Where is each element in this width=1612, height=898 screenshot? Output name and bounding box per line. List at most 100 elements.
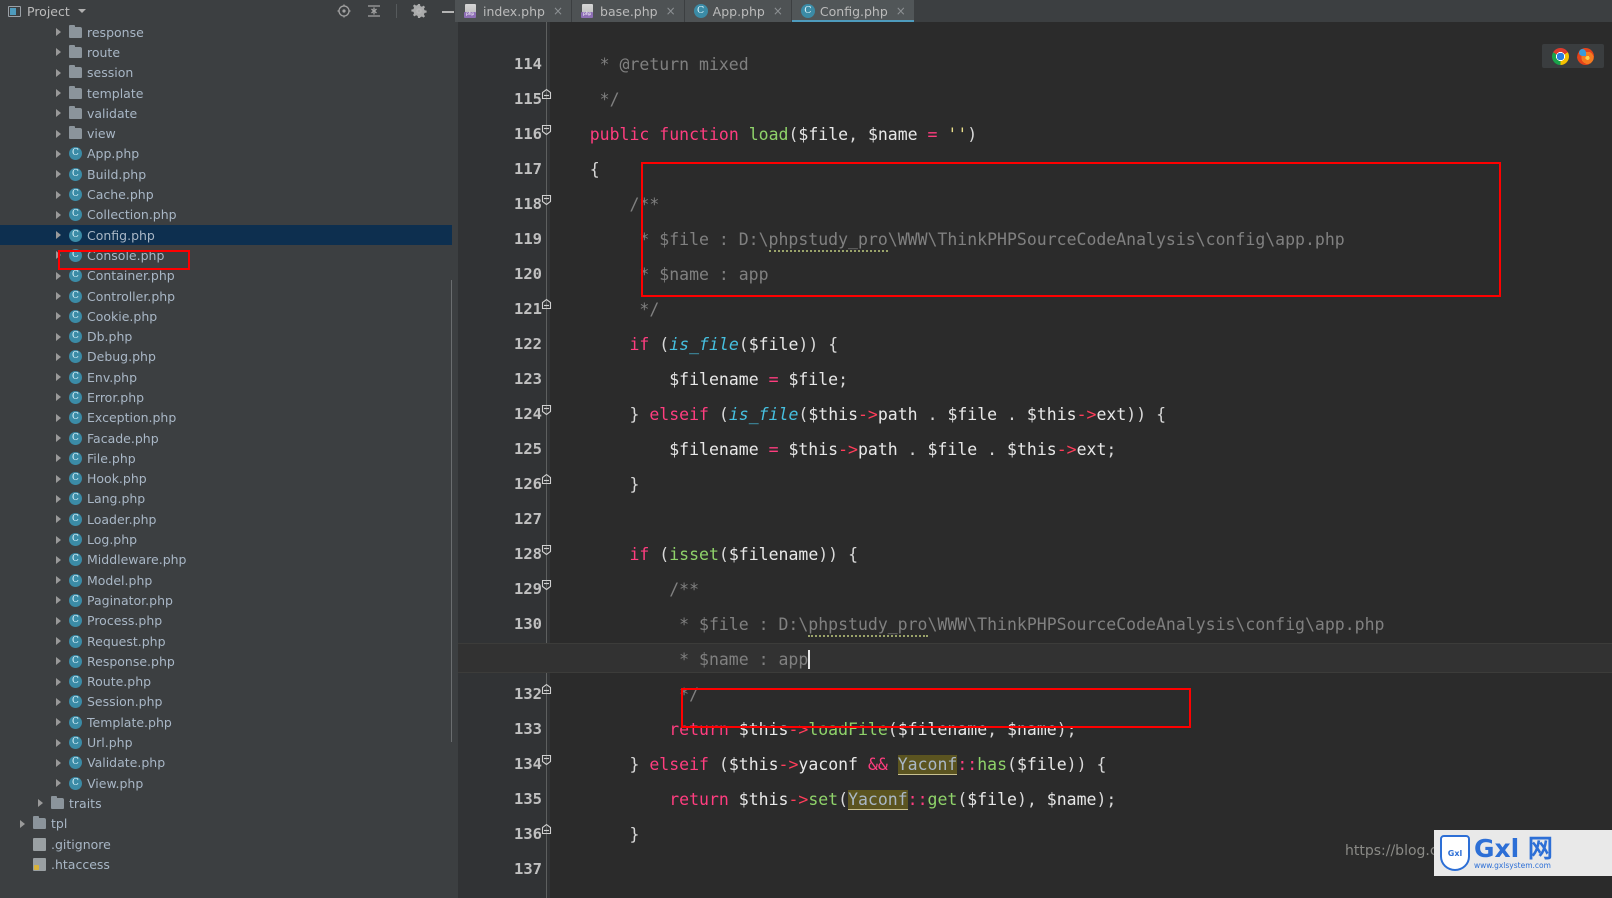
tab-app-php[interactable]: C App.php ×	[684, 0, 792, 22]
tree-item-view-php[interactable]: C View.php	[0, 773, 452, 793]
tree-item-env-php[interactable]: C Env.php	[0, 367, 452, 387]
tab-config-php[interactable]: C Config.php ×	[791, 0, 915, 22]
expand-arrow-icon[interactable]	[20, 819, 25, 828]
tree-item-log-php[interactable]: C Log.php	[0, 529, 452, 549]
expand-arrow-icon[interactable]	[56, 434, 61, 443]
tab-base-php[interactable]: php base.php ×	[572, 0, 685, 22]
expand-arrow-icon[interactable]	[56, 210, 61, 219]
tree-item-paginator-php[interactable]: C Paginator.php	[0, 590, 452, 610]
expand-arrow-icon[interactable]	[56, 68, 61, 77]
expand-arrow-icon[interactable]	[56, 657, 61, 666]
expand-arrow-icon[interactable]	[56, 677, 61, 686]
tree-item-process-php[interactable]: C Process.php	[0, 611, 452, 631]
expand-arrow-icon[interactable]	[56, 292, 61, 300]
expand-arrow-icon[interactable]	[56, 28, 61, 37]
browser-launcher-bar[interactable]	[1542, 44, 1604, 68]
expand-arrow-icon[interactable]	[56, 576, 61, 585]
project-panel-header[interactable]: Project	[0, 0, 455, 22]
chevron-down-icon[interactable]	[77, 9, 86, 13]
tree-item-template[interactable]: template	[0, 83, 452, 103]
tree-item-validate[interactable]: validate	[0, 103, 452, 123]
chrome-icon[interactable]	[1552, 47, 1569, 65]
tree-item-route-php[interactable]: C Route.php	[0, 672, 452, 692]
code-editor[interactable]: 114 115 116 117 118 119 120 121 122 123 124 125 126 1…	[458, 22, 1612, 898]
firefox-icon[interactable]	[1577, 47, 1594, 65]
expand-arrow-icon[interactable]	[56, 596, 61, 605]
tree-item-request-php[interactable]: C Request.php	[0, 631, 452, 651]
tree-item-response[interactable]: response	[0, 22, 452, 42]
tree-item-facade-php[interactable]: C Facade.php	[0, 428, 452, 448]
tree-item-model-php[interactable]: C Model.php	[0, 570, 452, 590]
expand-arrow-icon[interactable]	[56, 129, 61, 138]
tree-item-middleware-php[interactable]: C Middleware.php	[0, 550, 452, 570]
expand-arrow-icon[interactable]	[56, 494, 61, 503]
tree-item-build-php[interactable]: C Build.php	[0, 164, 452, 184]
editor-gutter[interactable]: 114 115 116 117 118 119 120 121 122 123 124 125 126 1…	[458, 22, 552, 898]
expand-arrow-icon[interactable]	[56, 170, 61, 179]
tree-item-cache-php[interactable]: C Cache.php	[0, 184, 452, 204]
project-file-tree[interactable]: response route session template validate view…	[0, 22, 452, 898]
tree-item-container-php[interactable]: C Container.php	[0, 266, 452, 286]
tree-item-app-php[interactable]: C App.php	[0, 144, 452, 164]
expand-arrow-icon[interactable]	[56, 454, 61, 463]
expand-arrow-icon[interactable]	[56, 332, 61, 341]
tree-item-validate-php[interactable]: C Validate.php	[0, 753, 452, 773]
code-content[interactable]: * @return mixed */ public function load(…	[458, 22, 1612, 898]
tree-item-url-php[interactable]: C Url.php	[0, 732, 452, 752]
expand-arrow-icon[interactable]	[56, 393, 61, 402]
tree-item-session[interactable]: session	[0, 63, 452, 83]
tree-item-controller-php[interactable]: C Controller.php	[0, 286, 452, 306]
tab-close-icon[interactable]: ×	[896, 5, 906, 17]
expand-arrow-icon[interactable]	[56, 515, 61, 524]
sidebar-scrollbar[interactable]	[451, 280, 452, 742]
tree-item-collection-php[interactable]: C Collection.php	[0, 205, 452, 225]
tree-item-dot-htaccess[interactable]: .htaccess	[0, 854, 452, 874]
expand-arrow-icon[interactable]	[56, 779, 61, 788]
expand-arrow-icon[interactable]	[56, 474, 61, 483]
expand-arrow-icon[interactable]	[56, 697, 61, 706]
expand-arrow-icon[interactable]	[56, 535, 61, 544]
tab-close-icon[interactable]: ×	[773, 5, 783, 17]
tree-item-db-php[interactable]: C Db.php	[0, 326, 452, 346]
tree-item-route[interactable]: route	[0, 42, 452, 62]
tree-item-file-php[interactable]: C File.php	[0, 448, 452, 468]
expand-arrow-icon[interactable]	[56, 738, 61, 747]
tree-item-error-php[interactable]: C Error.php	[0, 387, 452, 407]
expand-arrow-icon[interactable]	[56, 637, 61, 646]
tree-item-debug-php[interactable]: C Debug.php	[0, 347, 452, 367]
tree-item-session-php[interactable]: C Session.php	[0, 692, 452, 712]
expand-arrow-icon[interactable]	[56, 251, 61, 260]
tab-index-php[interactable]: php index.php ×	[455, 0, 573, 22]
expand-arrow-icon[interactable]	[38, 799, 43, 808]
tree-item-console-php[interactable]: C Console.php	[0, 245, 452, 265]
tree-item-lang-php[interactable]: C Lang.php	[0, 489, 452, 509]
tree-item-exception-php[interactable]: C Exception.php	[0, 408, 452, 428]
tree-item-response-php[interactable]: C Response.php	[0, 651, 452, 671]
expand-arrow-icon[interactable]	[56, 616, 61, 625]
tree-item-traits[interactable]: traits	[0, 793, 452, 813]
expand-arrow-icon[interactable]	[56, 555, 61, 564]
expand-arrow-icon[interactable]	[56, 718, 61, 727]
expand-arrow-icon[interactable]	[56, 231, 61, 240]
tree-item-config-php[interactable]: C Config.php	[0, 224, 452, 246]
expand-arrow-icon[interactable]	[56, 413, 61, 422]
tab-close-icon[interactable]: ×	[666, 5, 676, 17]
expand-arrow-icon[interactable]	[56, 352, 61, 361]
tree-item-loader-php[interactable]: C Loader.php	[0, 509, 452, 529]
tree-item-tpl[interactable]: tpl	[0, 814, 452, 834]
expand-arrow-icon[interactable]	[56, 758, 61, 767]
expand-arrow-icon[interactable]	[56, 190, 61, 199]
tree-item-cookie-php[interactable]: C Cookie.php	[0, 306, 452, 326]
minimize-icon[interactable]	[441, 3, 455, 19]
expand-arrow-icon[interactable]	[56, 312, 61, 321]
expand-arrow-icon[interactable]	[56, 149, 61, 158]
tree-item-template-php[interactable]: C Template.php	[0, 712, 452, 732]
tree-item-hook-php[interactable]: C Hook.php	[0, 469, 452, 489]
tree-item-view[interactable]: view	[0, 123, 452, 143]
tab-close-icon[interactable]: ×	[553, 5, 563, 17]
settings-gear-icon[interactable]	[411, 3, 427, 19]
collapse-all-icon[interactable]	[366, 3, 382, 19]
locate-icon[interactable]	[336, 3, 352, 19]
expand-arrow-icon[interactable]	[56, 48, 61, 57]
tree-item-dot-gitignore[interactable]: .gitignore	[0, 834, 452, 854]
